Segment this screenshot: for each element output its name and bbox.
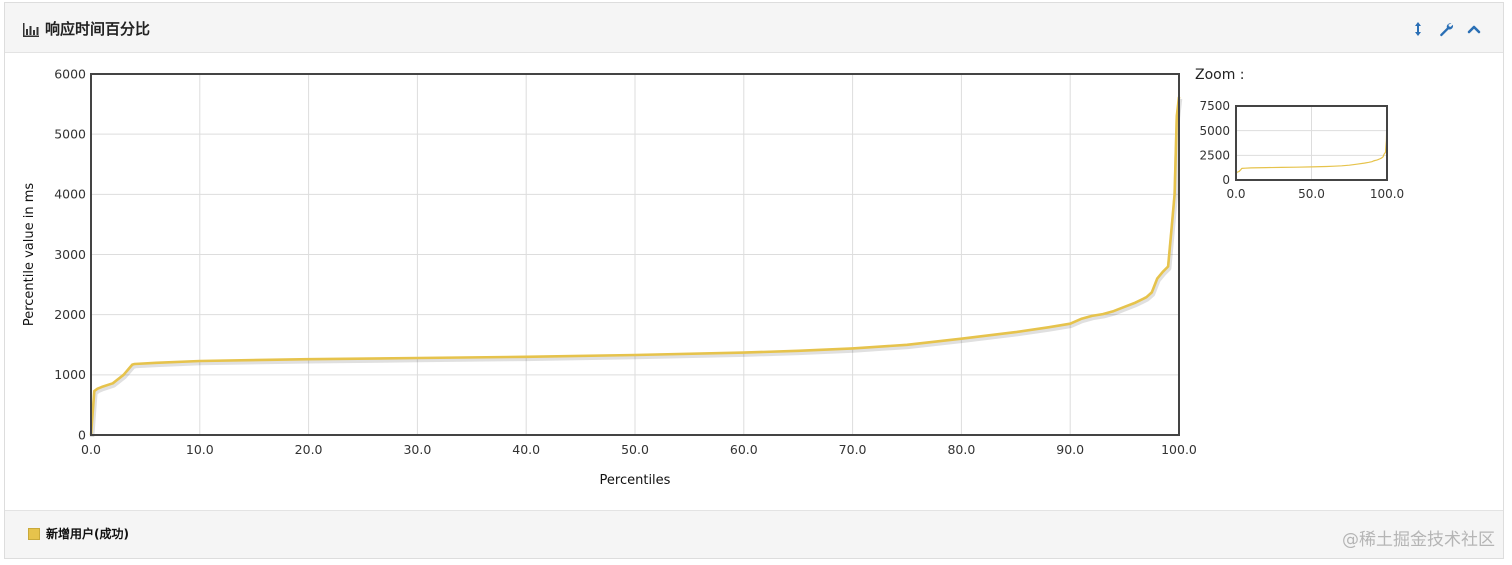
zoom-y-tick-label: 7500 [1199, 99, 1230, 113]
zoom-y-tick-label: 0 [1222, 173, 1230, 187]
zoom-x-tick-label: 100.0 [1370, 187, 1404, 201]
zoom-y-tick-label: 5000 [1199, 124, 1230, 138]
zoom-overview-chart[interactable]: 0.0 50.0 100.0 0 2500 5000 7500 [0, 0, 1512, 565]
zoom-x-tick-label: 50.0 [1298, 187, 1325, 201]
zoom-x-tick-label: 0.0 [1226, 187, 1245, 201]
zoom-y-tick-label: 2500 [1199, 149, 1230, 163]
